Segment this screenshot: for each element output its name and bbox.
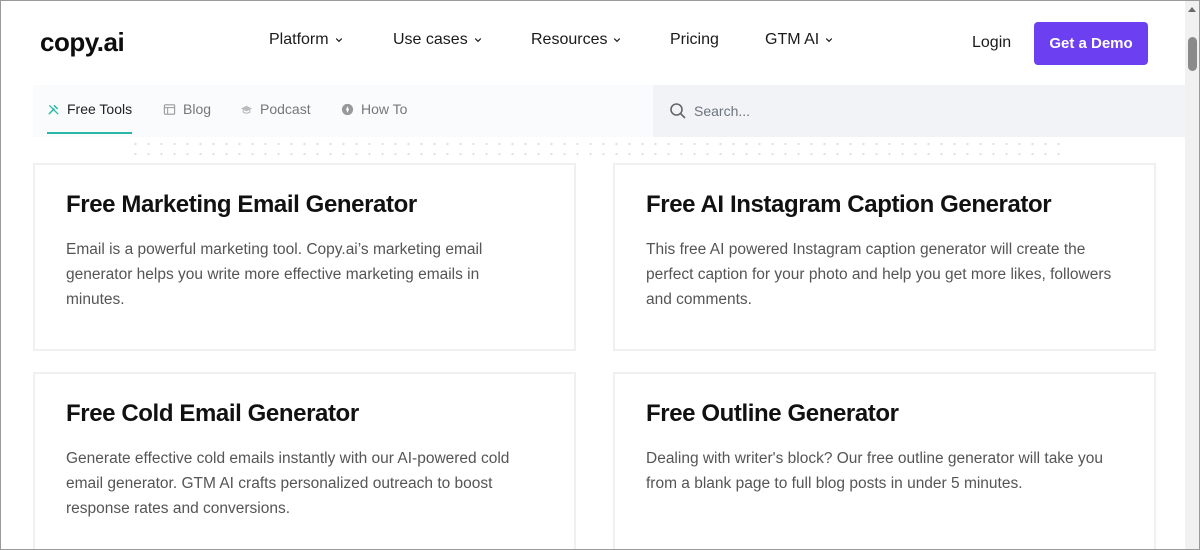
site-header: copy.ai Platform Use cases Resources Pri…: [1, 1, 1185, 85]
nav-pricing-label: Pricing: [670, 31, 719, 48]
resource-subnav: Free Tools Blog Podcast How To: [33, 85, 653, 137]
nav-platform-label: Platform: [269, 31, 329, 48]
tab-blog-label: Blog: [183, 101, 212, 117]
card-description: Generate effective cold emails instantly…: [66, 450, 510, 517]
nav-resources[interactable]: Resources: [531, 31, 621, 49]
tab-how-to-label: How To: [361, 101, 408, 117]
nav-platform[interactable]: Platform: [269, 31, 343, 49]
tool-card[interactable]: Free Marketing Email Generator Email is …: [33, 163, 576, 351]
tab-free-tools-label: Free Tools: [67, 101, 133, 117]
decorative-dot-pattern: [129, 139, 1069, 161]
card-title: Free Cold Email Generator: [66, 400, 359, 427]
tab-blog[interactable]: Blog: [163, 101, 211, 117]
scroll-up-arrow-icon[interactable]: [1188, 7, 1196, 12]
scroll-thumb[interactable]: [1188, 37, 1197, 71]
tab-podcast-label: Podcast: [260, 101, 311, 117]
how-to-icon: [341, 103, 354, 115]
card-title: Free Outline Generator: [646, 400, 899, 427]
nav-gtm-ai[interactable]: GTM AI: [765, 31, 833, 49]
get-demo-button[interactable]: Get a Demo: [1034, 22, 1148, 65]
tool-card[interactable]: Free Outline Generator Dealing with writ…: [613, 372, 1156, 549]
card-title: Free Marketing Email Generator: [66, 191, 417, 218]
tool-card[interactable]: Free AI Instagram Caption Generator This…: [613, 163, 1156, 351]
copyai-logo[interactable]: copy.ai: [40, 27, 125, 58]
chevron-down-icon: [335, 38, 342, 43]
tab-how-to[interactable]: How To: [341, 101, 407, 117]
card-description: Dealing with writer's block? Our free ou…: [646, 450, 1103, 492]
search-bar: [653, 85, 1185, 137]
active-tab-indicator: [47, 132, 132, 134]
search-icon: [670, 103, 686, 119]
login-link[interactable]: Login: [972, 34, 1011, 52]
chevron-down-icon: [826, 38, 833, 43]
podcast-icon: [240, 105, 253, 114]
nav-resources-label: Resources: [531, 31, 608, 48]
card-description: This free AI powered Instagram caption g…: [646, 241, 1112, 308]
search-input[interactable]: [694, 99, 1154, 123]
card-title: Free AI Instagram Caption Generator: [646, 191, 1052, 218]
vertical-scrollbar[interactable]: [1185, 1, 1199, 549]
chevron-down-icon: [614, 38, 621, 43]
browser-viewport: copy.ai Platform Use cases Resources Pri…: [0, 0, 1200, 550]
tools-icon: [48, 104, 59, 115]
nav-use-cases[interactable]: Use cases: [393, 31, 482, 49]
nav-pricing[interactable]: Pricing: [670, 31, 719, 49]
tab-podcast[interactable]: Podcast: [240, 101, 311, 117]
tab-free-tools[interactable]: Free Tools: [47, 101, 132, 117]
tool-card[interactable]: Free Cold Email Generator Generate effec…: [33, 372, 576, 549]
card-description: Email is a powerful marketing tool. Copy…: [66, 241, 483, 308]
nav-gtm-ai-label: GTM AI: [765, 31, 820, 48]
nav-use-cases-label: Use cases: [393, 31, 468, 48]
blog-icon: [163, 103, 176, 115]
chevron-down-icon: [474, 38, 481, 43]
